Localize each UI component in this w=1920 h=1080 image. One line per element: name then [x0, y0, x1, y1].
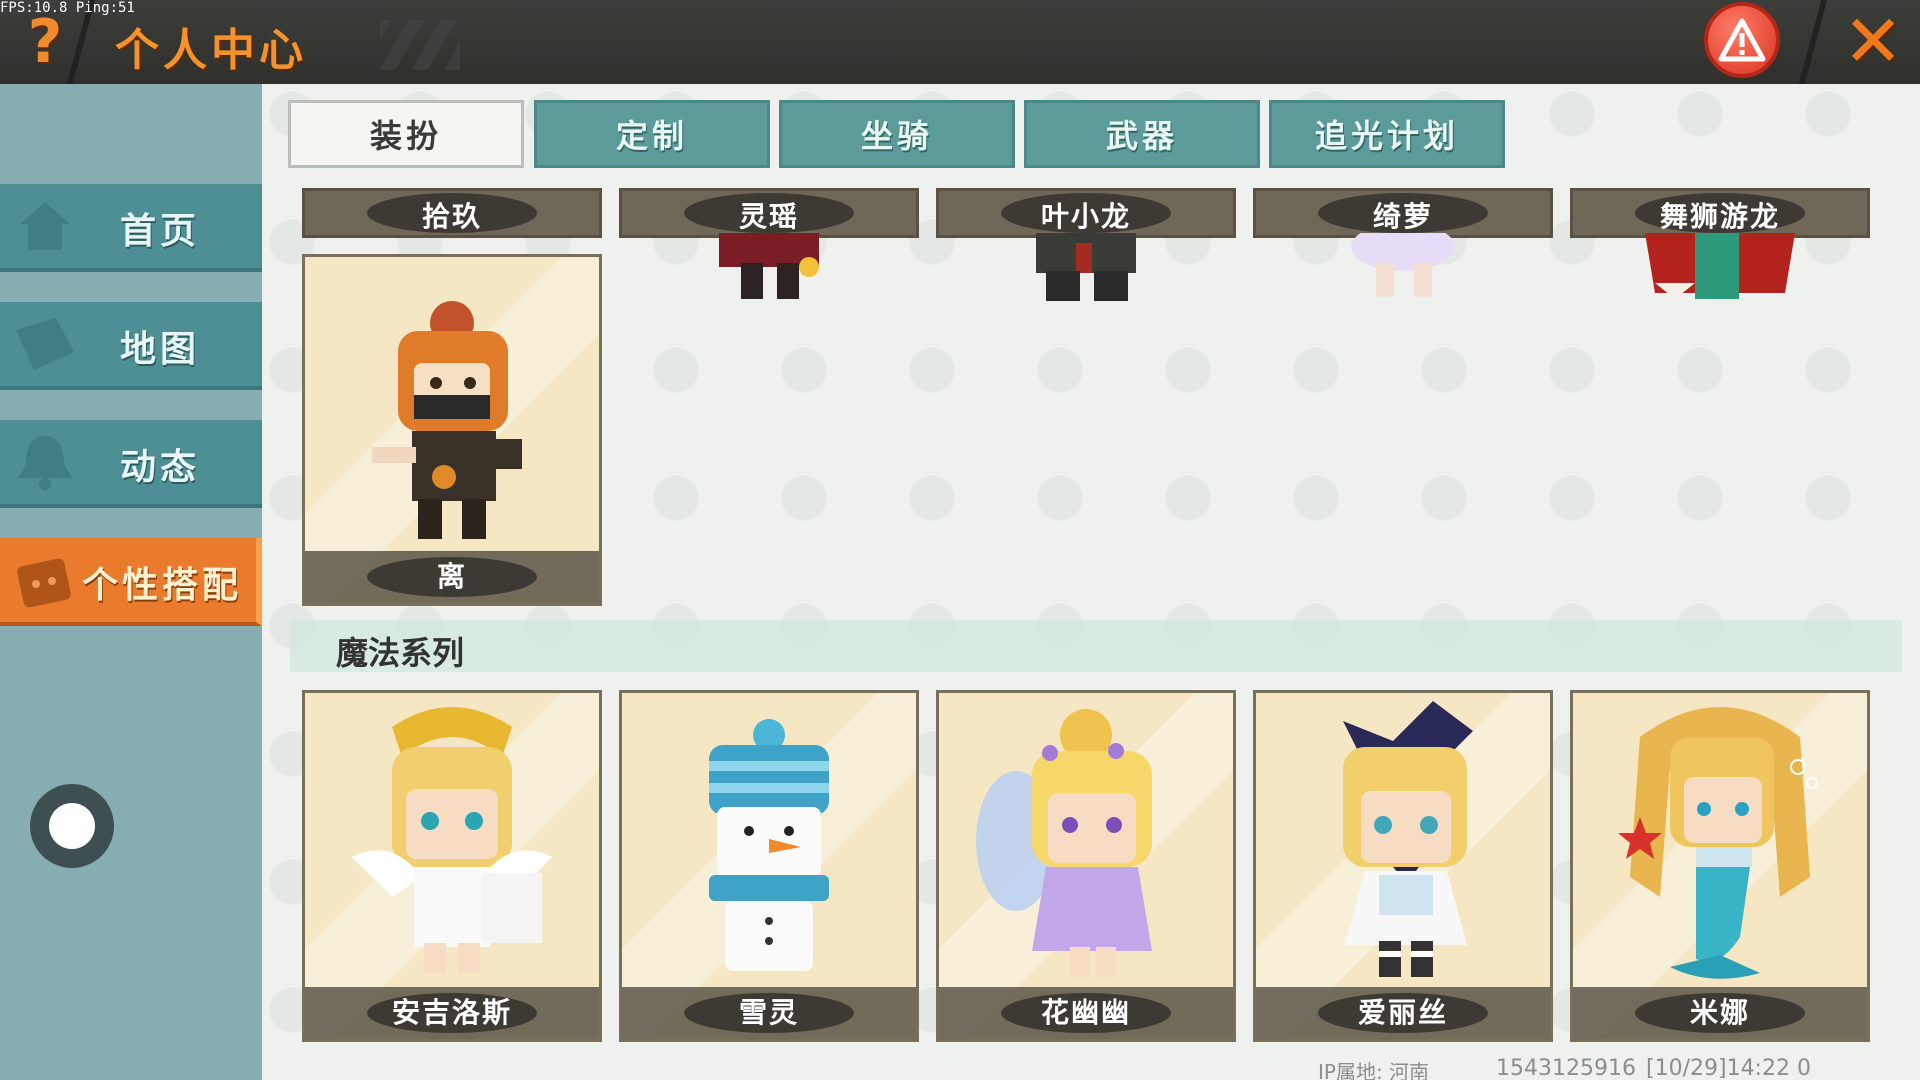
character-illustration	[1618, 707, 1818, 979]
skin-name: 灵瑶	[738, 200, 799, 233]
tab-dressup[interactable]: 装扮	[288, 100, 524, 168]
sidebar-item-label: 动态	[120, 447, 201, 488]
skin-card[interactable]: 拾玖	[302, 188, 602, 238]
tab-chase-light[interactable]: 追光计划	[1269, 100, 1505, 168]
skin-card[interactable]: 叶小龙	[936, 188, 1236, 301]
skin-card[interactable]: 舞狮游龙	[1570, 188, 1870, 299]
question-mark-icon[interactable]: ?	[10, 10, 80, 74]
ip-location: IP属地: 河南	[1318, 1060, 1430, 1080]
header-divider-right	[1798, 0, 1828, 84]
skin-name: 爱丽丝	[1357, 996, 1448, 1029]
skin-card[interactable]: 安吉洛斯	[302, 690, 602, 1042]
home-icon	[20, 202, 70, 250]
skin-card[interactable]: 绮萝	[1253, 188, 1553, 297]
sidebar-item-home[interactable]: 首页	[0, 184, 262, 272]
header-decoration	[380, 20, 460, 70]
skin-name: 米娜	[1689, 996, 1750, 1029]
skin-card-featured[interactable]: 离	[302, 254, 602, 606]
map-icon	[16, 318, 74, 370]
skin-card[interactable]: 米娜	[1570, 690, 1870, 1042]
skin-name: 拾玖	[421, 200, 482, 233]
sidebar-item-feed[interactable]: 动态	[0, 420, 262, 508]
skin-name: 离	[436, 560, 467, 593]
top-header: ? 个人中心 ✕	[0, 0, 1920, 84]
sidebar-item-outfit[interactable]: 个性搭配	[0, 538, 262, 626]
section-header-bar	[290, 620, 1902, 672]
skin-name: 安吉洛斯	[391, 996, 512, 1029]
character-illustration	[976, 709, 1152, 977]
section-title: 魔法系列	[336, 634, 465, 672]
sidebar-item-label: 个性搭配	[82, 565, 243, 606]
skin-card[interactable]: 雪灵	[619, 690, 919, 1042]
character-illustration	[372, 301, 522, 539]
character-illustration	[352, 707, 552, 973]
sidebar-item-label: 地图	[120, 329, 201, 370]
sidebar: 首页 地图 动态 个性搭配	[0, 84, 262, 1080]
skin-name: 绮萝	[1372, 200, 1433, 233]
character-illustration	[1343, 701, 1473, 977]
tab-weapon[interactable]: 武器	[1024, 100, 1260, 168]
skin-card[interactable]: 灵瑶	[619, 188, 919, 299]
character-illustration	[709, 719, 829, 971]
page-title: 个人中心	[115, 25, 307, 76]
outfit-icon	[17, 558, 71, 608]
skin-card[interactable]: 爱丽丝	[1253, 690, 1553, 1042]
sidebar-item-map[interactable]: 地图	[0, 302, 262, 390]
fps-ping-readout: FPS:10.8 Ping:51	[0, 0, 135, 16]
bell-icon	[18, 436, 72, 490]
skin-card[interactable]: 花幽幽	[936, 690, 1236, 1042]
tab-mount[interactable]: 坐骑	[779, 100, 1015, 168]
tab-custom[interactable]: 定制	[534, 100, 770, 168]
version-info: [10/29]14:22 0 [58]1.20.0	[1646, 1056, 1811, 1080]
floating-assist-button[interactable]	[30, 784, 114, 868]
close-x-icon[interactable]: ✕	[1838, 5, 1908, 77]
main-content: 装扮 定制 坐骑 武器 追光计划 拾玖 灵瑶 叶小龙 绮萝 舞狮游龙 离 魔法系…	[262, 84, 1920, 1080]
skin-name: 花幽幽	[1040, 996, 1131, 1029]
skin-name: 雪灵	[738, 996, 799, 1029]
sidebar-item-label: 首页	[120, 211, 201, 252]
warning-icon[interactable]	[1704, 2, 1780, 78]
skin-name: 叶小龙	[1040, 200, 1131, 233]
skin-name: 舞狮游龙	[1659, 200, 1780, 233]
user-id: 1543125916	[1496, 1056, 1636, 1080]
